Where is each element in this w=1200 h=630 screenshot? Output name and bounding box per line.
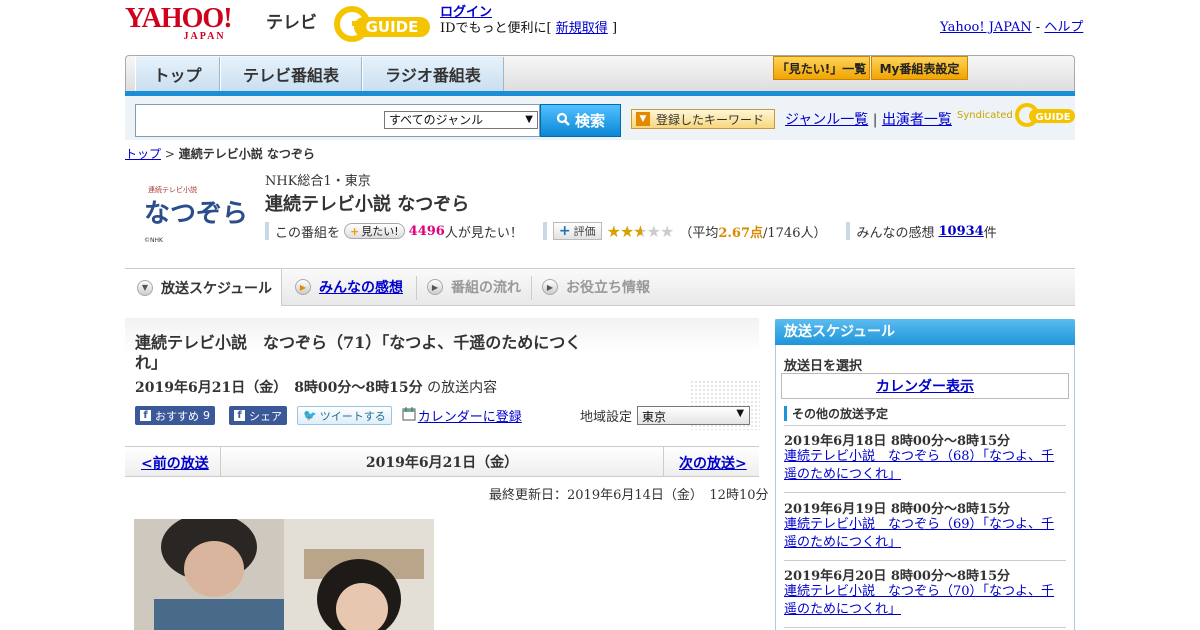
rating-button[interactable]: + 評価 [552,222,602,240]
star-icon: ★ [619,221,634,241]
svg-text:連続テレビ小説: 連続テレビ小説 [148,185,197,194]
star-icon: ★ [646,221,661,241]
login-block: ログイン IDでもっと便利に[ 新規取得 ] [440,5,618,36]
star-icon: ★ ★ [633,221,647,241]
help-link[interactable]: ヘルプ [1044,20,1083,35]
sidebar-other-label: その他の放送予定 [784,405,888,422]
nav-tab-tv-listings[interactable]: テレビ番組表 [220,57,362,91]
chevron-down-icon: ▼ [736,408,745,419]
syndicated-gguide-logo: Syndicated GUIDE [957,102,1077,128]
my-bangumi-settings-button[interactable]: My番組表設定 [871,56,968,80]
header-links: Yahoo! JAPAN - ヘルプ [940,20,1084,35]
episode-photo [134,519,434,630]
tv-logo-label: テレビ [266,13,317,33]
login-link[interactable]: ログイン [440,5,492,20]
chevron-down-icon: ▼ [525,114,533,125]
mitai-count: 4496 [408,223,445,239]
side-item-date: 2019年6月20日 8時00分～8時15分 [784,569,1011,584]
calendar-display-button[interactable]: カレンダー表示 [781,373,1069,399]
svg-text:©NHK: ©NHK [144,237,164,244]
facebook-share-button[interactable]: f シェア [229,406,287,425]
calendar-register-link[interactable]: カレンダーに登録 [402,406,522,425]
gguide-logo: GUIDE [334,6,432,42]
play-arrow-icon: ▶ [542,279,558,295]
svg-text:GUIDE: GUIDE [1035,112,1070,123]
login-note: IDでもっと便利に[ [440,21,552,36]
nav-tab-top[interactable]: トップ [135,57,220,91]
svg-text:GUIDE: GUIDE [366,18,419,36]
star-icon: ★ [606,221,621,241]
chevron-down-icon: ▼ [137,279,153,296]
sidebar-header: 放送スケジュール [775,319,1075,345]
mitai-button[interactable]: + 見たい! [344,223,405,239]
tweet-button[interactable]: 🐦 ツイートする [297,406,392,425]
previous-broadcast-link[interactable]: <前の放送 [141,453,209,473]
breadcrumb-top-link[interactable]: トップ [125,147,161,161]
breadcrumb-current: 連続テレビ小説 なつぞら [178,147,315,161]
side-item-link[interactable]: 連続テレビ小説 なつぞら（70）「なつよ、千遥のためにつくれ」 [784,583,1064,619]
facebook-icon: f [234,410,245,421]
facebook-icon: f [140,410,151,421]
signup-link[interactable]: 新規取得 [556,21,608,36]
play-arrow-icon: ▶ [295,279,311,295]
next-broadcast-link[interactable]: 次の放送> [679,453,747,473]
last-updated: 最終更新日：2019年6月14日（金） 12時10分 [489,488,769,503]
plus-icon: + [558,223,571,239]
mitai-list-button[interactable]: 「見たい!」一覧 [773,56,870,80]
facebook-recommend-button[interactable]: f おすすめ 9 [135,406,215,425]
plus-icon: + [350,224,360,238]
episode-datetime: 2019年6月21日（金） 8時00分～8時15分 の放送内容 [135,380,498,396]
performer-list-link[interactable]: 出演者一覧 [882,112,952,128]
side-item-date: 2019年6月19日 8時00分～8時15分 [784,502,1011,517]
subtab-schedule[interactable]: ▼ 放送スケジュール [125,269,282,306]
social-buttons: f おすすめ 9 f シェア 🐦 ツイートする カレンダーに登録 [135,406,522,425]
yahoo-japan-link[interactable]: Yahoo! JAPAN [940,20,1032,35]
side-item-link[interactable]: 連続テレビ小説 なつぞら（69）「なつよ、千遥のためにつくれ」 [784,516,1064,552]
yahoo-japan-logo[interactable]: YAHOO! JAPAN [125,5,233,42]
registered-keyword-button[interactable]: ▼ 登録したキーワード [631,109,775,129]
genre-select[interactable]: すべてのジャンル ▼ [384,111,538,129]
episode-title: 連続テレビ小説 なつぞら（71）「なつよ、千遥のためにつくれ」 [135,333,582,372]
channel-name: NHK総合1・東京 [265,174,371,189]
average-rating: （平均2.67点/1746人） [679,225,827,241]
region-setting: 地域設定 東京 ▼ [580,406,751,425]
star-half-icon: ★ [633,221,643,241]
region-select[interactable]: 東京 ▼ [637,406,751,425]
program-title: 連続テレビ小説 なつぞら [265,194,470,215]
side-item-link[interactable]: 連続テレビ小説 なつぞら（68）「なつよ、千遥のためにつくれ」 [784,448,1064,484]
dropdown-triangle-icon: ▼ [636,112,650,126]
twitter-bird-icon: 🐦 [303,409,317,422]
program-infobar: この番組を + 見たい! 4496 人が見たい！ + 評価 ★★★ ★ ★★ （平均… [265,221,997,241]
calendar-icon [402,406,416,425]
search-icon [556,112,570,130]
play-arrow-icon: ▶ [427,279,443,295]
subtab-oyaku[interactable]: ▶ お役立ち情報 [542,270,650,304]
subtab-kansou[interactable]: ▶ みんなの感想 [295,270,403,304]
kansou-count-link[interactable]: 10934 [938,224,983,239]
genre-list-link[interactable]: ジャンル一覧 [785,112,868,128]
sidebar-select-label: 放送日を選択 [784,359,863,374]
search-button[interactable]: 検索 [540,104,621,137]
rating-stars: ★★★ ★ ★★ [606,221,675,241]
subtab-nagare[interactable]: ▶ 番組の流れ [427,270,521,304]
genre-links: ジャンル一覧 | 出演者一覧 [785,112,952,128]
breadcrumb: トップ > 連続テレビ小説 なつぞら [125,147,315,161]
program-logo: 連続テレビ小説 なつぞら ©NHK [140,178,250,248]
nav-tab-radio-listings[interactable]: ラジオ番組表 [362,57,504,91]
current-broadcast-date: 2019年6月21日（金） [220,447,664,476]
star-icon: ★ [659,221,674,241]
side-item-date: 2019年6月18日 8時00分～8時15分 [784,434,1011,449]
svg-text:なつぞら: なつぞら [144,199,248,229]
